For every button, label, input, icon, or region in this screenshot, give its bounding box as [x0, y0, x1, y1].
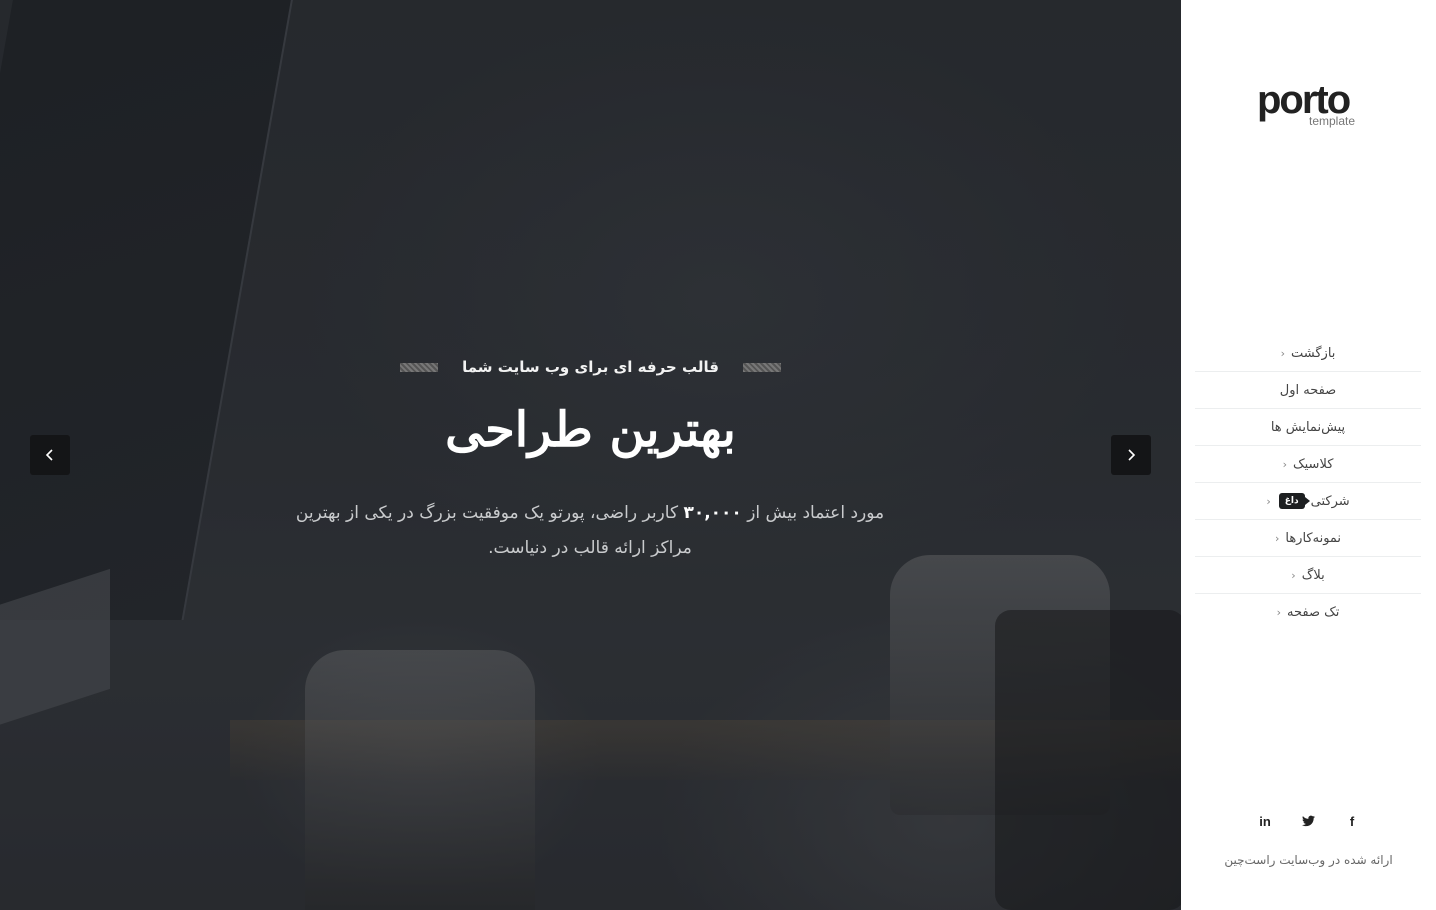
twitter-bird-icon: [1302, 815, 1315, 827]
menu-item-label: شرکتی: [1310, 493, 1350, 509]
chevron-left-icon: ‹: [1276, 606, 1282, 619]
logo-subtitle: template: [1309, 114, 1356, 128]
twitter-icon[interactable]: [1295, 808, 1323, 834]
menu-item-portfolio[interactable]: نمونه‌کارها ‹: [1195, 520, 1421, 557]
hero-title: بهترین طراحی: [445, 402, 736, 458]
menu-item-label: صفحه اول: [1279, 382, 1337, 398]
hero-desc-suffix: کاربر راضی، پورتو یک موفقیت بزرگ در یکی …: [295, 503, 692, 558]
hot-badge: داغ: [1278, 493, 1310, 509]
menu-item-demos[interactable]: پیش‌نمایش ها: [1195, 409, 1421, 446]
chevron-left-icon: ‹: [1274, 531, 1280, 545]
slider-next-button[interactable]: [1111, 435, 1151, 475]
sidebar: porto template بازگشت ‹ صفحه اول پیش‌نما…: [1181, 0, 1436, 910]
menu-item-blog[interactable]: بلاگ ‹: [1195, 557, 1421, 594]
page: قالب حرفه ای برای وب سایت شما بهترین طرا…: [0, 0, 1436, 910]
menu-item-classic[interactable]: کلاسیک ‹: [1195, 446, 1421, 483]
hero-content: قالب حرفه ای برای وب سایت شما بهترین طرا…: [0, 0, 1181, 910]
hero-slider: قالب حرفه ای برای وب سایت شما بهترین طرا…: [0, 0, 1181, 910]
footer-note: ارائه شده در وب‌سایت راست‌چین: [1224, 853, 1393, 867]
social-links: in f: [1251, 808, 1366, 834]
hero-desc-prefix: مورد اعتماد بیش از: [741, 503, 885, 523]
menu-item-label: پیش‌نمایش ها: [1270, 419, 1346, 435]
chevron-right-icon: [1128, 449, 1136, 461]
menu-item-label: تک صفحه: [1287, 605, 1340, 620]
hero-desc-number: ۳۰,۰۰۰: [683, 503, 742, 523]
chevron-left-icon: ‹: [1266, 494, 1271, 508]
chevron-left-icon: [45, 449, 53, 461]
menu-item-back[interactable]: بازگشت ‹: [1195, 335, 1421, 372]
chevron-left-icon: ‹: [1280, 346, 1285, 360]
hero-description: مورد اعتماد بیش از ۳۰,۰۰۰ کاربر راضی، پو…: [290, 496, 890, 566]
linkedin-icon[interactable]: in: [1251, 808, 1279, 834]
menu-item-corporate[interactable]: شرکتی داغ ‹: [1195, 483, 1421, 520]
facebook-icon[interactable]: f: [1338, 808, 1366, 834]
menu-item-home[interactable]: صفحه اول: [1195, 372, 1421, 409]
menu-item-label: کلاسیک: [1293, 456, 1334, 472]
chevron-left-icon: ‹: [1291, 568, 1296, 582]
menu-item-label: بازگشت: [1291, 345, 1336, 361]
chevron-left-icon: ‹: [1282, 457, 1287, 471]
logo[interactable]: porto template: [1257, 80, 1367, 132]
stripe-decoration-left: [400, 362, 439, 372]
menu-item-label: نمونه‌کارها: [1285, 530, 1342, 546]
tagline-row: قالب حرفه ای برای وب سایت شما: [0, 358, 1181, 376]
menu-item-label: بلاگ: [1301, 567, 1325, 583]
slider-prev-button[interactable]: [30, 435, 70, 475]
sidebar-menu: بازگشت ‹ صفحه اول پیش‌نمایش ها کلاسیک ‹ …: [1195, 335, 1421, 631]
hero-tagline: قالب حرفه ای برای وب سایت شما: [462, 358, 719, 376]
stripe-decoration-right: [742, 362, 781, 372]
menu-item-one-page[interactable]: تک صفحه ‹: [1195, 594, 1421, 631]
